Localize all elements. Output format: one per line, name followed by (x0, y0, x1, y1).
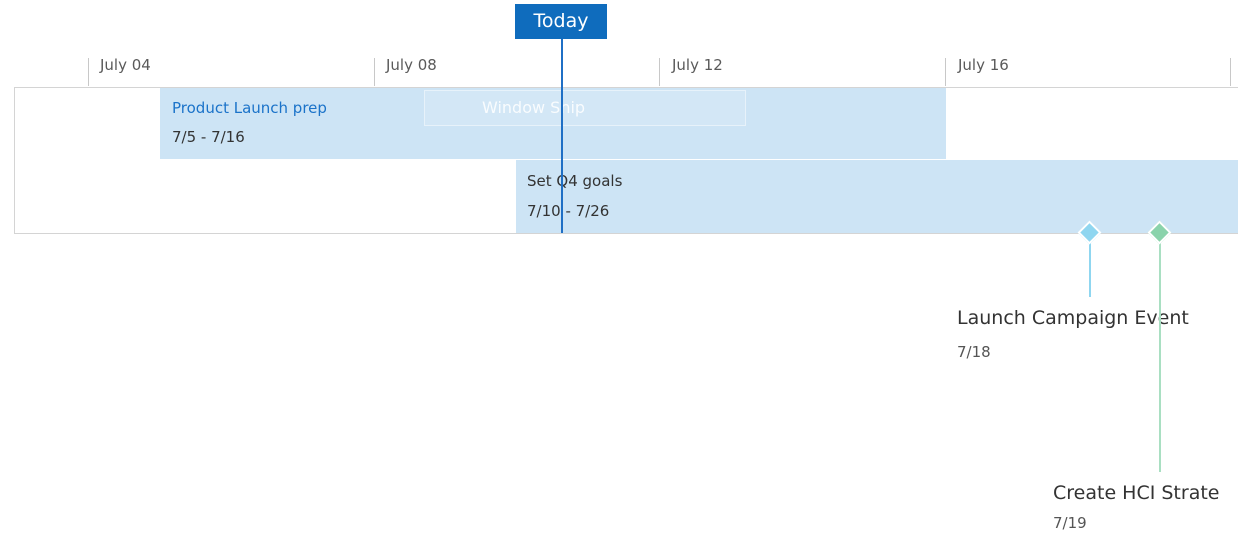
axis-tick (659, 58, 660, 86)
task-dates: 7/10 - 7/26 (527, 202, 610, 220)
axis-label-july-12: July 12 (672, 56, 723, 74)
task-dates: 7/5 - 7/16 (172, 128, 245, 146)
milestone-date: 7/18 (957, 343, 991, 361)
milestone-connector (1159, 240, 1161, 472)
axis-label-july-16: July 16 (958, 56, 1009, 74)
today-badge[interactable]: Today (515, 4, 607, 39)
task-bar-set-q4-goals[interactable] (516, 160, 1238, 233)
axis-label-july-04: July 04 (100, 56, 151, 74)
window-snip-text: Window Snip (482, 98, 586, 117)
axis-tick (1230, 58, 1231, 86)
milestone-title[interactable]: Create HCI Strate (1053, 482, 1219, 504)
milestone-title[interactable]: Launch Campaign Event (957, 307, 1189, 329)
task-title[interactable]: Set Q4 goals (527, 172, 622, 190)
axis-tick (88, 58, 89, 86)
axis-label-july-08: July 08 (386, 56, 437, 74)
milestone-date: 7/19 (1053, 514, 1087, 532)
axis-tick (945, 58, 946, 86)
milestone-connector (1089, 240, 1091, 297)
today-line (561, 39, 563, 233)
axis-tick (374, 58, 375, 86)
task-title[interactable]: Product Launch prep (172, 99, 327, 117)
